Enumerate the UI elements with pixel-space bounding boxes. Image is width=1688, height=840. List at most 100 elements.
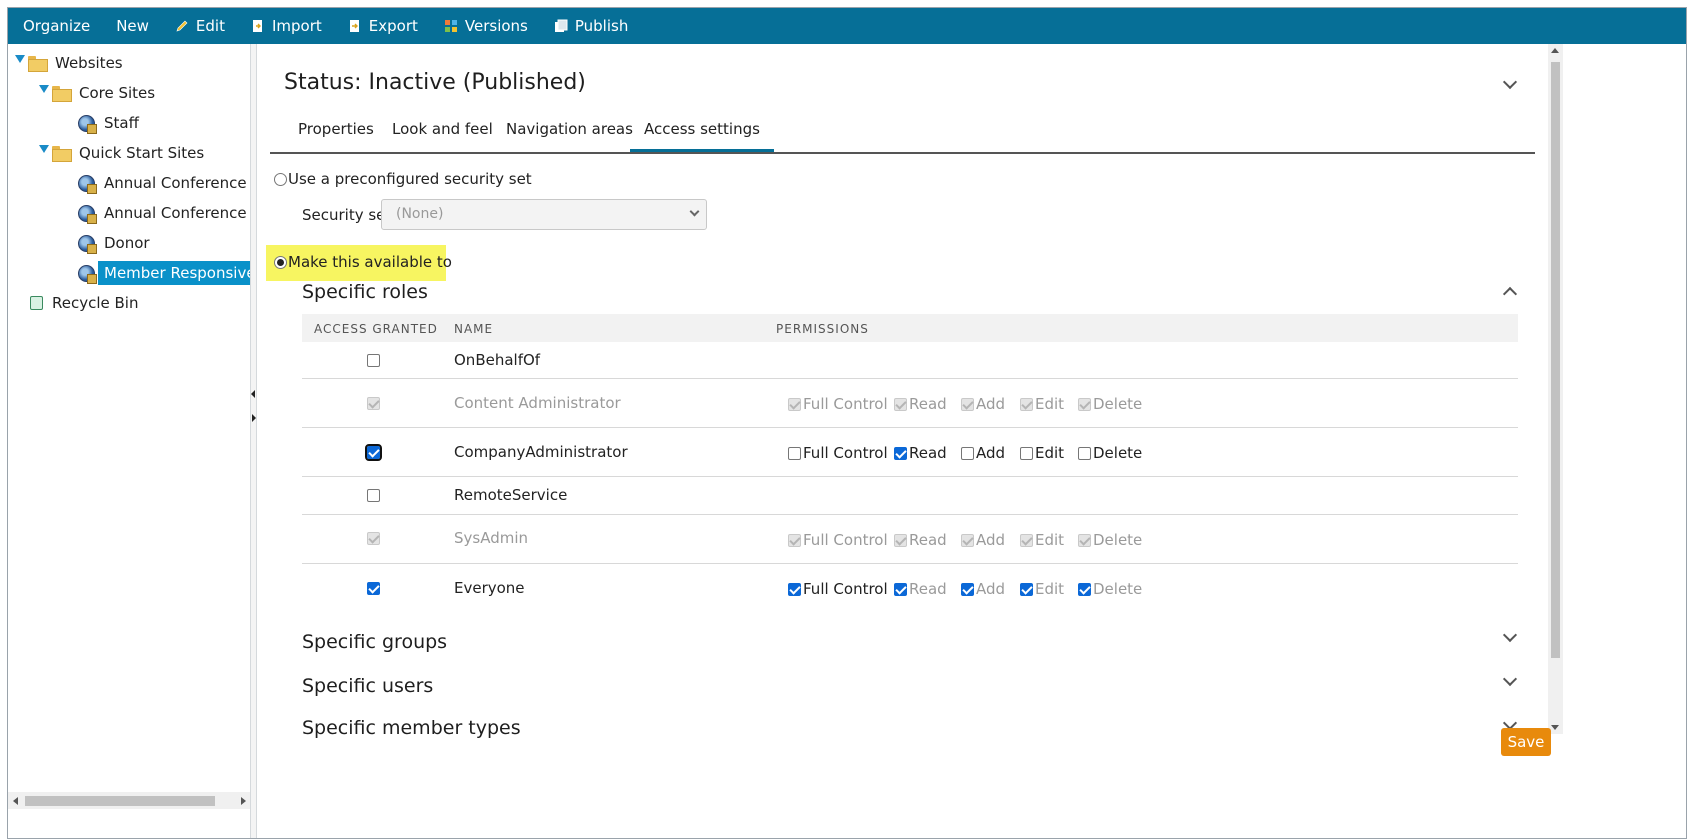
publish-button[interactable]: Publish (554, 8, 628, 44)
site-tree: Websites Core Sites Staff Quick Start Si… (8, 44, 251, 838)
versions-button[interactable]: Versions (444, 8, 528, 44)
chevron-up-icon[interactable] (1502, 286, 1518, 302)
tree-item-websites[interactable]: Websites (12, 50, 129, 76)
permission-checkbox[interactable] (788, 446, 801, 460)
column-name: NAME (454, 322, 494, 336)
scroll-right-icon[interactable] (241, 797, 246, 805)
tree-item-core-sites[interactable]: Core Sites (36, 80, 161, 106)
import-button[interactable]: Import (251, 8, 322, 44)
perm-label: Edit (1035, 444, 1065, 462)
perm-edit[interactable]: Edit (1020, 531, 1064, 549)
perm-edit[interactable]: Edit (1020, 395, 1064, 413)
perm-delete[interactable]: Delete (1078, 395, 1142, 413)
perm-delete[interactable]: Delete (1078, 580, 1142, 598)
scrollbar-thumb[interactable] (25, 796, 215, 806)
tree-item-quick-start-sites[interactable]: Quick Start Sites (36, 140, 210, 166)
permission-checkbox (961, 533, 974, 547)
permission-checkbox[interactable] (788, 582, 801, 596)
tab-navigation-areas[interactable]: Navigation areas (492, 114, 647, 152)
tree-label: Member Responsive (98, 261, 250, 285)
chevron-down-icon[interactable] (1502, 671, 1518, 687)
perm-delete[interactable]: Delete (1078, 531, 1142, 549)
tree-item-recycle-bin[interactable]: Recycle Bin (30, 290, 144, 316)
expand-icon[interactable] (39, 145, 49, 153)
table-row: SysAdmin Full Control Read Add Edit Dele… (302, 516, 1518, 564)
toolbar: Organize New Edit Import Export Versions… (8, 8, 1686, 44)
specific-groups-title[interactable]: Specific groups (302, 631, 447, 653)
table-row: Content Administrator Full Control Read … (302, 380, 1518, 428)
perm-add[interactable]: Add (961, 531, 1005, 549)
specific-users-title[interactable]: Specific users (302, 675, 433, 697)
tab-access-settings[interactable]: Access settings (630, 114, 774, 152)
perm-add[interactable]: Add (961, 444, 1005, 462)
scroll-down-icon[interactable] (1551, 725, 1559, 730)
security-set-select[interactable]: (None) (381, 199, 707, 230)
perm-label: Edit (1035, 395, 1065, 413)
tree-label: Recycle Bin (52, 294, 139, 312)
access-granted-checkbox[interactable] (367, 582, 380, 595)
organize-button[interactable]: Organize (23, 8, 90, 44)
scroll-up-icon[interactable] (1551, 48, 1559, 53)
perm-label: Full Control (803, 531, 888, 549)
column-access-granted: ACCESS GRANTED (314, 322, 438, 336)
organize-label: Organize (23, 17, 91, 35)
collapse-left-icon[interactable] (251, 390, 255, 398)
chevron-down-icon[interactable] (1502, 74, 1518, 90)
perm-read[interactable]: Read (894, 444, 947, 462)
panel-splitter[interactable] (251, 44, 257, 838)
perm-label: Read (909, 395, 947, 413)
scrollbar-thumb[interactable] (1551, 62, 1560, 658)
perm-edit[interactable]: Edit (1020, 580, 1064, 598)
expand-icon[interactable] (39, 85, 49, 93)
tree-item-member-responsive[interactable]: Member Responsive (78, 260, 250, 286)
perm-edit[interactable]: Edit (1020, 444, 1064, 462)
access-granted-checkbox[interactable] (367, 354, 380, 367)
perm-full-control[interactable]: Full Control (788, 531, 888, 549)
permission-checkbox[interactable] (1078, 446, 1091, 460)
export-button[interactable]: Export (348, 8, 418, 44)
scroll-left-icon[interactable] (13, 797, 18, 805)
app-frame: Organize New Edit Import Export Versions… (7, 7, 1687, 839)
perm-add[interactable]: Add (961, 395, 1005, 413)
locked-folder-icon (52, 86, 72, 102)
website-icon (78, 174, 97, 194)
tree-item-annual-conference-mobile[interactable]: Annual Conference Mobile (78, 200, 250, 226)
permission-checkbox (894, 397, 907, 411)
permission-checkbox[interactable] (1020, 446, 1033, 460)
permission-checkbox[interactable] (961, 446, 974, 460)
perm-label: Full Control (803, 580, 888, 598)
chevron-down-icon[interactable] (1502, 627, 1518, 643)
tree-item-donor[interactable]: Donor (78, 230, 156, 256)
sidebar-horizontal-scrollbar[interactable] (8, 792, 250, 809)
perm-delete[interactable]: Delete (1078, 444, 1142, 462)
perm-full-control[interactable]: Full Control (788, 580, 888, 598)
expand-icon[interactable] (15, 55, 25, 63)
new-button[interactable]: New (116, 8, 149, 44)
tab-properties[interactable]: Properties (284, 114, 388, 152)
main-vertical-scrollbar[interactable] (1548, 44, 1563, 734)
expand-right-icon[interactable] (252, 414, 256, 422)
perm-label: Add (976, 580, 1006, 598)
perm-read[interactable]: Read (894, 531, 947, 549)
access-granted-checkbox[interactable] (365, 444, 382, 461)
perm-label: Delete (1093, 580, 1143, 598)
save-button[interactable]: Save (1501, 728, 1551, 756)
preconfigured-security-radio[interactable] (274, 173, 287, 186)
tree-item-staff[interactable]: Staff (78, 110, 145, 136)
access-granted-checkbox[interactable] (367, 489, 380, 502)
edit-button[interactable]: Edit (175, 8, 225, 44)
make-available-radio[interactable] (274, 256, 287, 269)
export-label: Export (368, 17, 418, 35)
tab-look-and-feel[interactable]: Look and feel (378, 114, 507, 152)
perm-full-control[interactable]: Full Control (788, 444, 888, 462)
perm-add[interactable]: Add (961, 580, 1005, 598)
versions-icon (444, 20, 457, 32)
permission-checkbox[interactable] (894, 446, 907, 460)
perm-full-control[interactable]: Full Control (788, 395, 888, 413)
perm-read[interactable]: Read (894, 395, 947, 413)
specific-roles-title[interactable]: Specific roles (302, 281, 428, 303)
perm-read[interactable]: Read (894, 580, 947, 598)
publish-icon (554, 19, 568, 32)
specific-member-types-title[interactable]: Specific member types (302, 717, 521, 739)
tree-item-annual-conference[interactable]: Annual Conference (78, 170, 250, 196)
